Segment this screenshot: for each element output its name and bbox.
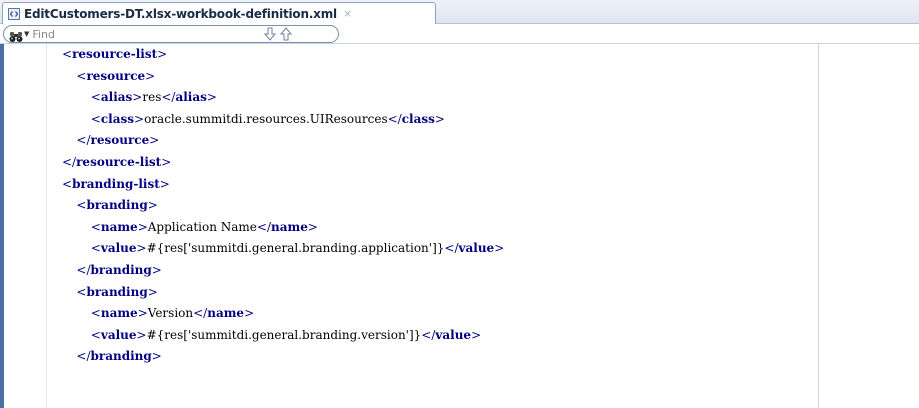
tag-name: resource: [90, 133, 150, 148]
tag-name: branding: [90, 349, 152, 364]
xml-open-tag: <resource-list>: [62, 47, 168, 61]
find-input[interactable]: [32, 27, 263, 41]
tag-name: resource-list: [76, 154, 162, 169]
right-margin-guide: [818, 44, 819, 408]
find-box: ▼: [3, 25, 339, 43]
xml-open-tag: <branding>: [76, 198, 158, 213]
code-line: <alias>res</alias>: [62, 87, 802, 109]
xml-open-tag: <class>: [90, 111, 145, 126]
tag-name: branding: [86, 198, 148, 213]
xml-close-tag: </name>: [256, 219, 318, 234]
arrow-up-icon[interactable]: [278, 26, 294, 42]
tab-close-icon[interactable]: ×: [343, 7, 352, 20]
code-line: <branding-list>: [62, 174, 802, 196]
tab-title: EditCustomers-DT.xlsx-workbook-definitio…: [24, 6, 337, 21]
xml-close-tag: </alias>: [161, 90, 217, 105]
code-line: <branding>: [62, 282, 802, 304]
binoculars-icon[interactable]: [9, 28, 23, 42]
tag-name: value: [100, 241, 137, 256]
xml-close-tag: </resource-list>: [62, 154, 172, 169]
tag-name: branding-list: [72, 176, 160, 191]
code-line: <resource-list>: [62, 44, 802, 66]
code-text[interactable]: <resource-list> <resource> <alias>res</ali…: [62, 44, 802, 368]
code-line: <resource>: [62, 66, 802, 88]
code-line: <class>oracle.summitdi.resources.UIResou…: [62, 109, 802, 131]
xml-close-tag: </value>: [444, 241, 505, 256]
tag-name: name: [207, 306, 245, 321]
tag-name: branding: [86, 284, 148, 299]
tag-name: resource: [86, 68, 146, 83]
xml-open-tag: <branding>: [76, 284, 158, 299]
xml-open-tag: <name>: [90, 219, 148, 234]
tag-content: #{res['summitdi.general.branding.version…: [146, 327, 422, 342]
xml-close-tag: </branding>: [76, 262, 162, 277]
tag-content: res: [142, 90, 162, 105]
tag-content: oracle.summitdi.resources.UIResources: [144, 111, 388, 126]
code-line: </resource-list>: [62, 152, 802, 174]
arrow-down-icon[interactable]: [262, 26, 278, 42]
xml-open-tag: <name>: [90, 306, 148, 321]
tag-name: value: [435, 327, 472, 342]
xml-open-tag: <value>: [90, 327, 147, 342]
xml-close-tag: </class>: [387, 111, 445, 126]
editor-tab[interactable]: EditCustomers-DT.xlsx-workbook-definitio…: [2, 2, 436, 24]
line-gutter: [4, 44, 47, 408]
tag-name: value: [100, 327, 137, 342]
tag-name: alias: [100, 90, 133, 105]
xml-file-icon: [8, 7, 20, 20]
code-line: <branding>: [62, 195, 802, 217]
tag-content: #{res['summitdi.general.branding.applica…: [146, 241, 445, 256]
code-line: <name>Application Name</name>: [62, 217, 802, 239]
code-editor[interactable]: <resource-list> <resource> <alias>res</ali…: [0, 44, 919, 408]
tag-content: Version: [147, 306, 194, 321]
xml-close-tag: </resource>: [76, 133, 160, 148]
xml-close-tag: </branding>: [76, 349, 162, 364]
xml-open-tag: <branding-list>: [62, 176, 170, 191]
code-line: </branding>: [62, 346, 802, 368]
tag-name: class: [100, 111, 135, 126]
xml-open-tag: <resource>: [76, 68, 156, 83]
tag-name: name: [100, 306, 138, 321]
code-line: <name>Version</name>: [62, 303, 802, 325]
editor-tab-strip: EditCustomers-DT.xlsx-workbook-definitio…: [0, 0, 919, 24]
find-toolbar: ▼: [0, 24, 919, 44]
tag-name: name: [100, 219, 138, 234]
xml-open-tag: <alias>: [90, 90, 143, 105]
code-line: </branding>: [62, 260, 802, 282]
xml-open-tag: <value>: [90, 241, 147, 256]
code-line: </resource>: [62, 130, 802, 152]
tag-name: branding: [90, 262, 152, 277]
tag-name: value: [458, 241, 495, 256]
xml-close-tag: </value>: [421, 327, 482, 342]
tag-content: Application Name: [147, 219, 257, 234]
tag-name: alias: [175, 90, 207, 105]
tag-name: class: [401, 111, 435, 126]
find-options-chevron-down-icon[interactable]: ▼: [24, 30, 29, 38]
code-line: <value>#{res['summitdi.general.branding.…: [62, 238, 802, 260]
tag-name: resource-list: [72, 47, 158, 61]
tag-name: name: [271, 219, 308, 234]
code-line: <value>#{res['summitdi.general.branding.…: [62, 325, 802, 347]
xml-close-tag: </name>: [193, 306, 255, 321]
